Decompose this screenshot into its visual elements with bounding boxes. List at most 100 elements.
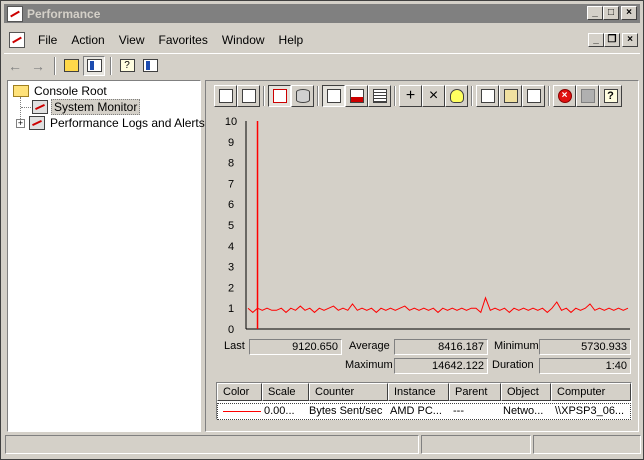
mdi-close-button[interactable]: × bbox=[622, 33, 638, 47]
freeze-display-button[interactable]: × bbox=[553, 85, 576, 107]
toolbar-separator bbox=[471, 86, 473, 106]
expand-icon[interactable]: + bbox=[16, 118, 25, 128]
y-tick-label: 7 bbox=[228, 178, 234, 190]
performance-chart[interactable]: 10 9 8 7 6 5 4 3 2 1 0 bbox=[216, 113, 632, 335]
column-header-counter[interactable]: Counter bbox=[309, 383, 388, 401]
histogram-icon bbox=[349, 89, 364, 103]
column-header-object[interactable]: Object bbox=[501, 383, 551, 401]
menu-file[interactable]: File bbox=[31, 29, 64, 51]
toolbar-separator bbox=[548, 86, 550, 106]
y-tick-label: 4 bbox=[228, 241, 234, 253]
properties-button[interactable] bbox=[522, 85, 545, 107]
new-document-icon bbox=[218, 89, 233, 103]
y-tick-label: 1 bbox=[228, 303, 234, 315]
sm-help-button[interactable]: ? bbox=[599, 85, 622, 107]
y-tick-label: 9 bbox=[228, 137, 234, 149]
y-tick-label: 10 bbox=[225, 116, 237, 128]
add-counter-button[interactable]: + bbox=[399, 85, 422, 107]
paste-icon bbox=[503, 89, 518, 103]
mdi-minimize-button[interactable]: _ bbox=[588, 33, 604, 47]
close-button[interactable]: × bbox=[621, 6, 637, 20]
legend-counter: Bytes Sent/sec bbox=[309, 405, 383, 417]
view-report-button[interactable] bbox=[368, 85, 391, 107]
counter-legend: Color Scale Counter Instance Parent Obje… bbox=[216, 382, 632, 420]
tree-item-label: Console Root bbox=[34, 84, 107, 98]
tree-item-performance-logs[interactable]: + Performance Logs and Alerts bbox=[16, 115, 207, 131]
back-arrow-icon: ← bbox=[8, 57, 22, 74]
help-button[interactable]: ? bbox=[116, 56, 138, 76]
menu-help[interactable]: Help bbox=[272, 29, 311, 51]
title-bar[interactable]: Performance _ □ × bbox=[4, 4, 640, 23]
minimize-button[interactable]: _ bbox=[587, 6, 603, 20]
tree-item-label: Performance Logs and Alerts bbox=[50, 116, 205, 130]
view-current-activity-button[interactable] bbox=[268, 85, 291, 107]
console-tree: Console Root System Monitor + Performanc… bbox=[7, 80, 205, 432]
status-panel-main bbox=[5, 435, 419, 454]
menu-favorites[interactable]: Favorites bbox=[152, 29, 215, 51]
maximize-button[interactable]: □ bbox=[603, 6, 619, 20]
help-icon: ? bbox=[603, 89, 618, 103]
view-histogram-button[interactable] bbox=[345, 85, 368, 107]
y-tick-label: 0 bbox=[228, 324, 234, 335]
console-icon[interactable] bbox=[9, 32, 25, 48]
column-header-computer[interactable]: Computer bbox=[551, 383, 631, 401]
new-counter-set-button[interactable] bbox=[214, 85, 237, 107]
current-activity-icon bbox=[272, 89, 287, 103]
plot-area bbox=[246, 121, 630, 329]
up-one-level-button[interactable] bbox=[60, 56, 82, 76]
performance-window: Performance _ □ × File Action View Favor… bbox=[0, 0, 644, 460]
chart-canvas: 109876543210 bbox=[225, 116, 630, 335]
performance-app-icon[interactable] bbox=[7, 5, 23, 22]
mdi-restore-button[interactable]: ❐ bbox=[604, 33, 620, 47]
status-panel-2 bbox=[421, 435, 531, 454]
lightbulb-icon bbox=[449, 89, 464, 103]
show-hide-tree-button[interactable] bbox=[83, 55, 105, 76]
view-graph-button[interactable] bbox=[322, 85, 345, 107]
paste-counter-list-button[interactable] bbox=[499, 85, 522, 107]
column-header-scale[interactable]: Scale bbox=[262, 383, 309, 401]
delete-icon: × bbox=[428, 87, 439, 104]
menu-action[interactable]: Action bbox=[64, 29, 111, 51]
update-data-button[interactable] bbox=[576, 85, 599, 107]
graph-icon bbox=[326, 89, 341, 103]
y-tick-label: 5 bbox=[228, 220, 234, 232]
column-header-color[interactable]: Color bbox=[217, 383, 262, 401]
stat-value: 8416.187 bbox=[394, 339, 488, 355]
toolbar-separator bbox=[110, 56, 112, 75]
toolbar-separator bbox=[54, 56, 56, 75]
stat-label: Minimum bbox=[494, 340, 539, 352]
view-log-data-button[interactable] bbox=[291, 85, 314, 107]
show-hide-action-pane-button[interactable] bbox=[139, 56, 161, 76]
database-icon bbox=[295, 89, 310, 103]
menu-bar: File Action View Favorites Window Help _… bbox=[4, 29, 640, 51]
legend-parent: --- bbox=[453, 405, 464, 417]
add-icon: + bbox=[405, 87, 416, 104]
folder-icon bbox=[13, 85, 29, 97]
status-bar bbox=[5, 435, 641, 455]
tree-item-console-root[interactable]: Console Root bbox=[13, 83, 109, 99]
stat-value: 1:40 bbox=[539, 358, 631, 374]
highlight-button[interactable] bbox=[445, 85, 468, 107]
clear-display-button[interactable] bbox=[237, 85, 260, 107]
menu-view[interactable]: View bbox=[112, 29, 152, 51]
copy-properties-button[interactable] bbox=[476, 85, 499, 107]
y-tick-label: 2 bbox=[228, 282, 234, 294]
folder-up-icon bbox=[63, 59, 79, 72]
delete-counter-button[interactable]: × bbox=[422, 85, 445, 107]
forward-arrow-icon: → bbox=[31, 57, 45, 74]
clear-icon bbox=[241, 89, 256, 103]
tree-connector bbox=[21, 107, 31, 108]
help-icon: ? bbox=[119, 59, 135, 72]
legend-computer: \\XPSP3_06... bbox=[555, 405, 625, 417]
menu-window[interactable]: Window bbox=[215, 29, 272, 51]
column-header-instance[interactable]: Instance bbox=[388, 383, 449, 401]
system-monitor-icon bbox=[32, 100, 48, 114]
back-button[interactable]: ← bbox=[4, 56, 26, 76]
forward-button[interactable]: → bbox=[27, 56, 49, 76]
system-monitor-toolbar: + × × ? bbox=[214, 83, 622, 109]
camera-icon bbox=[580, 89, 595, 103]
toolbar-separator bbox=[394, 86, 396, 106]
column-header-parent[interactable]: Parent bbox=[449, 383, 501, 401]
performance-logs-icon bbox=[29, 116, 45, 130]
tree-item-system-monitor[interactable]: System Monitor bbox=[32, 99, 141, 115]
